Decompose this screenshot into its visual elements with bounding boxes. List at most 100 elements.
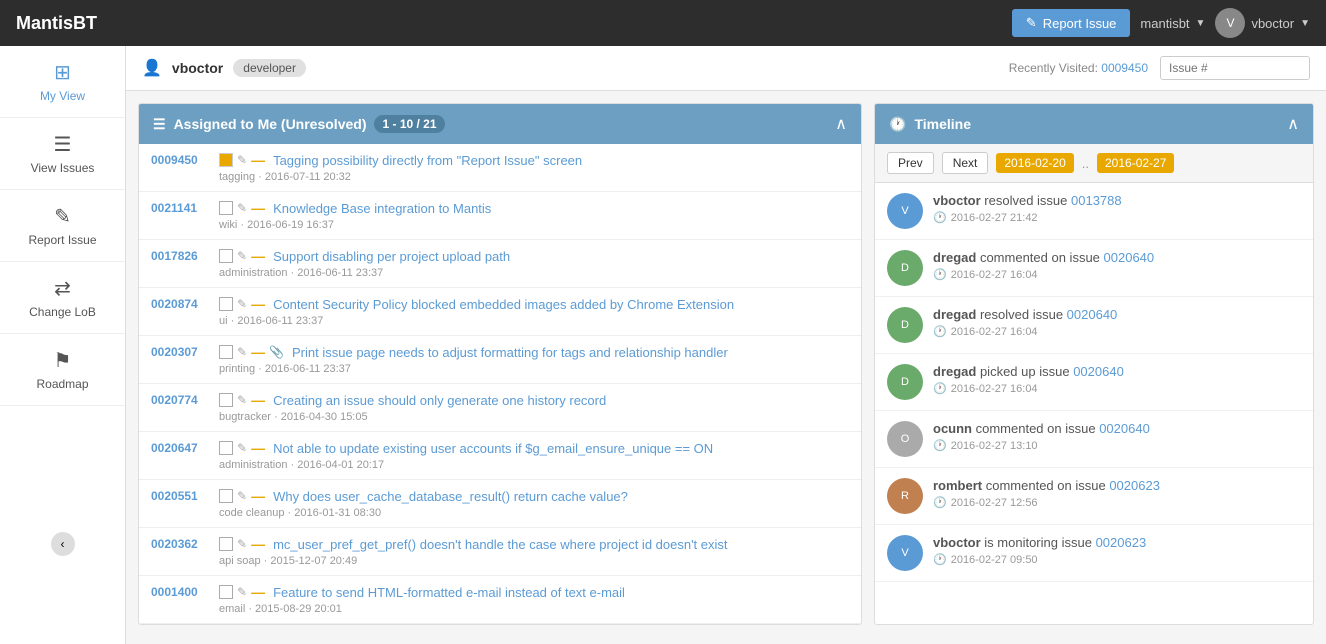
search-input[interactable] (1160, 56, 1310, 80)
issue-top-row: 0020647 ✎ — Not able to update existing … (151, 440, 849, 456)
user-avatar: V (1215, 8, 1245, 38)
user-dropdown-icon: ▼ (1300, 18, 1310, 29)
timeline-text: vboctor is monitoring issue 0020623 (933, 535, 1301, 550)
edit-icon[interactable]: ✎ (237, 153, 247, 167)
user-account-menu[interactable]: mantisbt ▼ (1140, 16, 1205, 31)
issue-id-link[interactable]: 0021141 (151, 201, 211, 215)
issue-top-row: 0020307 ✎ — 📎 Print issue page needs to … (151, 344, 849, 360)
issue-checkbox[interactable] (219, 297, 233, 311)
minus-icon[interactable]: — (251, 584, 265, 600)
issue-controls: ✎ — (219, 152, 265, 168)
issue-id-link[interactable]: 0020551 (151, 489, 211, 503)
timeline-issue-link[interactable]: 0020640 (1073, 364, 1124, 379)
edit-icon[interactable]: ✎ (237, 537, 247, 551)
table-row: 0001400 ✎ — Feature to send HTML-formatt… (139, 576, 861, 624)
table-row: 0020362 ✎ — mc_user_pref_get_pref() does… (139, 528, 861, 576)
timeline-icon: 🕐 (889, 116, 906, 133)
issue-title-link[interactable]: Print issue page needs to adjust formatt… (292, 345, 728, 360)
app-layout: ⊞ My View ☰ View Issues ✎ Report Issue ⇄… (0, 46, 1326, 644)
issue-id-link[interactable]: 0020362 (151, 537, 211, 551)
edit-icon[interactable]: ✎ (237, 393, 247, 407)
report-issue-button[interactable]: ✎ Report Issue (1012, 9, 1131, 37)
user-profile-menu[interactable]: V vboctor ▼ (1215, 8, 1310, 38)
timeline-text: dregad picked up issue 0020640 (933, 364, 1301, 379)
issue-checkbox[interactable] (219, 201, 233, 215)
issue-meta: api soap · 2015-12-07 20:49 (219, 555, 849, 567)
timeline-content: dregad commented on issue 0020640 🕐 2016… (933, 250, 1301, 281)
issue-title-link[interactable]: Feature to send HTML-formatted e-mail in… (273, 585, 625, 600)
issue-title-link[interactable]: mc_user_pref_get_pref() doesn't handle t… (273, 537, 727, 552)
edit-icon[interactable]: ✎ (237, 585, 247, 599)
issue-meta: wiki · 2016-06-19 16:37 (219, 219, 849, 231)
minus-icon[interactable]: — (251, 152, 265, 168)
issue-top-row: 0020874 ✎ — Content Security Policy bloc… (151, 296, 849, 312)
list-item: V vboctor is monitoring issue 0020623 🕐 … (875, 525, 1313, 582)
recently-visited-link[interactable]: 0009450 (1101, 61, 1148, 75)
edit-icon[interactable]: ✎ (237, 345, 247, 359)
issue-checkbox[interactable] (219, 393, 233, 407)
edit-icon[interactable]: ✎ (237, 489, 247, 503)
issue-checkbox[interactable] (219, 249, 233, 263)
edit-icon[interactable]: ✎ (237, 249, 247, 263)
minus-icon[interactable]: — (251, 392, 265, 408)
edit-icon[interactable]: ✎ (237, 441, 247, 455)
issue-id-link[interactable]: 0001400 (151, 585, 211, 599)
issue-checkbox[interactable] (219, 489, 233, 503)
issue-title-link[interactable]: Creating an issue should only generate o… (273, 393, 606, 408)
issue-controls: ✎ — (219, 584, 265, 600)
edit-icon[interactable]: ✎ (237, 297, 247, 311)
sidebar-item-report-issue[interactable]: ✎ Report Issue (0, 190, 125, 262)
minus-icon[interactable]: — (251, 488, 265, 504)
timeline-panel-collapse-button[interactable]: ∧ (1287, 114, 1299, 134)
edit-icon[interactable]: ✎ (237, 201, 247, 215)
issue-title-link[interactable]: Tagging possibility directly from "Repor… (273, 153, 582, 168)
timeline-next-button[interactable]: Next (942, 152, 989, 174)
issue-id-link[interactable]: 0020874 (151, 297, 211, 311)
sidebar-item-change-log[interactable]: ⇄ Change LoB (0, 262, 125, 334)
issue-id-link[interactable]: 0020307 (151, 345, 211, 359)
sidebar-item-roadmap[interactable]: ⚑ Roadmap (0, 334, 125, 406)
clock-icon: 🕐 (933, 496, 947, 509)
issue-id-link[interactable]: 0020774 (151, 393, 211, 407)
issue-checkbox[interactable] (219, 441, 233, 455)
issue-title-link[interactable]: Knowledge Base integration to Mantis (273, 201, 491, 216)
color-indicator (219, 153, 233, 167)
avatar: D (887, 307, 923, 343)
issue-id-link[interactable]: 0020647 (151, 441, 211, 455)
sidebar-collapse-button[interactable]: ‹ (51, 532, 75, 556)
sidebar-item-my-view[interactable]: ⊞ My View (0, 46, 125, 118)
timeline-issue-link[interactable]: 0020623 (1109, 478, 1160, 493)
clip-icon[interactable]: 📎 (269, 345, 284, 359)
issue-checkbox[interactable] (219, 345, 233, 359)
timeline-issue-link[interactable]: 0020640 (1104, 250, 1155, 265)
sidebar-item-view-issues[interactable]: ☰ View Issues (0, 118, 125, 190)
timeline-issue-link[interactable]: 0020640 (1099, 421, 1150, 436)
issue-checkbox[interactable] (219, 585, 233, 599)
minus-icon[interactable]: — (251, 248, 265, 264)
issue-title-link[interactable]: Not able to update existing user account… (273, 441, 713, 456)
issue-top-row: 0020551 ✎ — Why does user_cache_database… (151, 488, 849, 504)
sidebar-item-label: Roadmap (36, 377, 88, 391)
clock-icon: 🕐 (933, 325, 947, 338)
minus-icon[interactable]: — (251, 440, 265, 456)
minus-icon[interactable]: — (251, 536, 265, 552)
view-issues-icon: ☰ (54, 132, 72, 157)
issue-title-link[interactable]: Content Security Policy blocked embedded… (273, 297, 734, 312)
issue-title-link[interactable]: Support disabling per project upload pat… (273, 249, 510, 264)
issue-checkbox[interactable] (219, 537, 233, 551)
minus-icon[interactable]: — (251, 296, 265, 312)
minus-icon[interactable]: — (251, 200, 265, 216)
table-row: 0020551 ✎ — Why does user_cache_database… (139, 480, 861, 528)
timeline-issue-link[interactable]: 0020623 (1096, 535, 1147, 550)
issue-controls: ✎ — (219, 440, 265, 456)
issue-id-link[interactable]: 0009450 (151, 153, 211, 167)
issue-id-link[interactable]: 0017826 (151, 249, 211, 263)
minus-icon[interactable]: — (251, 344, 265, 360)
timeline-issue-link[interactable]: 0020640 (1067, 307, 1118, 322)
issues-panel-collapse-button[interactable]: ∧ (835, 114, 847, 134)
timeline-prev-button[interactable]: Prev (887, 152, 934, 174)
timeline-header-left: 🕐 Timeline (889, 116, 971, 133)
issue-meta: administration · 2016-06-11 23:37 (219, 267, 849, 279)
issue-title-link[interactable]: Why does user_cache_database_result() re… (273, 489, 628, 504)
timeline-issue-link[interactable]: 0013788 (1071, 193, 1122, 208)
